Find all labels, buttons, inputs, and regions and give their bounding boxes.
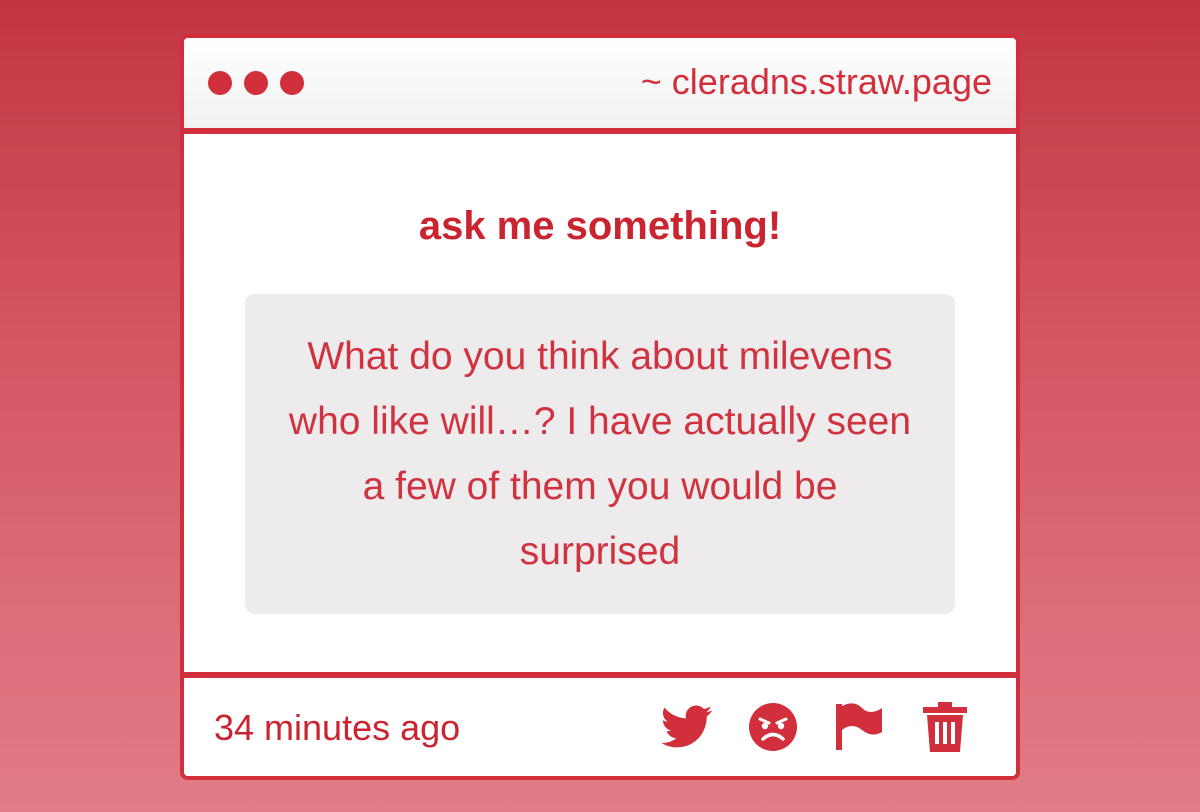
delete-button[interactable] (918, 700, 972, 754)
share-twitter-button[interactable] (660, 700, 714, 754)
flag-icon (836, 703, 882, 750)
window-titlebar: ~ cleradns.straw.page (184, 38, 1016, 134)
window-controls (208, 71, 304, 95)
question-card: ~ cleradns.straw.page ask me something! … (180, 34, 1020, 780)
page-url: ~ cleradns.straw.page (640, 61, 992, 102)
page-title: ask me something! (418, 204, 782, 248)
timestamp: 34 minutes ago (214, 707, 461, 748)
angry-face-icon (749, 703, 797, 751)
report-button[interactable] (832, 700, 886, 754)
window-dot-1[interactable] (208, 71, 232, 95)
question-text: What do you think about milevens who lik… (288, 335, 912, 573)
react-angry-button[interactable] (746, 700, 800, 754)
action-bar (660, 700, 972, 754)
card-content: ask me something! What do you think abou… (184, 134, 1016, 672)
card-footer: 34 minutes ago (184, 672, 1016, 776)
window-dot-2[interactable] (244, 71, 268, 95)
question-box: What do you think about milevens who lik… (245, 294, 955, 614)
twitter-icon (661, 705, 713, 748)
window-dot-3[interactable] (280, 71, 304, 95)
trash-icon (923, 702, 967, 752)
